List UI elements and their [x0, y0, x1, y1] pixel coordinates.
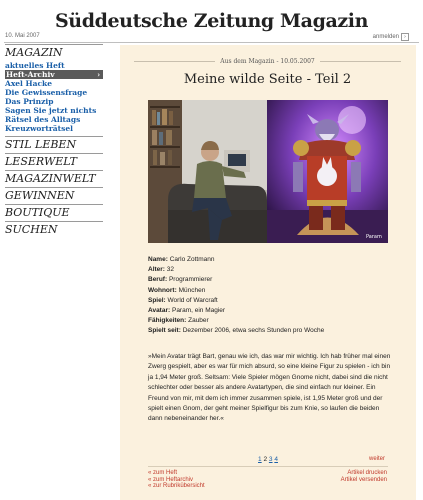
nav-item-axel-hacke[interactable]: Axel Hacke [5, 79, 103, 88]
footer-divider [148, 466, 388, 467]
nav-section-suchen[interactable]: SUCHEN [5, 221, 103, 238]
chevron-right-icon: › [97, 70, 100, 79]
nav-item-kreuzwortraetsel[interactable]: Kreuzworträtsel [5, 124, 103, 133]
masthead-logo[interactable]: Süddeutsche Zeitung Magazin [0, 10, 423, 32]
back-to-archive-link[interactable]: « zum Heftarchiv [148, 477, 205, 484]
issue-line: Aus dem Magazin - 10.05.2007 [134, 56, 402, 66]
print-article-link[interactable]: Artikel drucken [330, 470, 387, 477]
issue-rule-right [319, 60, 402, 62]
nav-section-magazin[interactable]: MAGAZIN [5, 44, 103, 61]
fact-row: Alter: 32 [148, 266, 175, 274]
nav-item-gewissensfrage[interactable]: Die Gewissensfrage [5, 88, 103, 97]
issue-date: Aus dem Magazin - 10.05.2007 [220, 57, 315, 65]
article-actions: Artikel drucken Artikel versenden [330, 470, 387, 483]
sidebar-nav: MAGAZIN aktuelles Heft Heft-Archiv › Axe… [5, 44, 103, 238]
arrow-box-icon: › [401, 33, 409, 41]
nav-section-gewinnen[interactable]: GEWINNEN [5, 187, 103, 204]
back-to-overview-link[interactable]: « zur Rubrikübersicht [148, 483, 205, 490]
fact-row: Beruf: Programmierer [148, 276, 213, 284]
article-quote: »Mein Avatar trägt Bart, genau wie ich, … [148, 353, 391, 423]
profile-facts: Name: Carlo Zottmann Alter: 32 Beruf: Pr… [148, 255, 398, 337]
nav-item-raetsel[interactable]: Rätsel des Alltags [5, 115, 103, 124]
avatar-name-label: Param [366, 234, 382, 240]
article-title: Meine wilde Seite - Teil 2 [183, 72, 352, 87]
page-link-3[interactable]: 3 [269, 456, 273, 463]
nav-item-prinzip[interactable]: Das Prinzip [5, 97, 103, 106]
page-link-4[interactable]: 4 [274, 456, 278, 463]
nav-section-stil-leben[interactable]: STIL LEBEN [5, 136, 103, 153]
nav-section-magazinwelt[interactable]: MAGAZINWELT [5, 170, 103, 187]
nav-section-leserwelt[interactable]: LESERWELT [5, 153, 103, 170]
nav-item-label: Heft-Archiv [6, 70, 55, 79]
fact-row: Fähigkeiten: Zauber [148, 317, 209, 325]
login-label: anmelden [372, 34, 399, 40]
fact-row: Name: Carlo Zottmann [148, 256, 215, 263]
avatar-screenshot: Param [267, 100, 388, 243]
issue-rule-left [134, 60, 216, 62]
nav-section-boutique[interactable]: BOUTIQUE [5, 204, 103, 221]
fact-row: Spielt seit: Dezember 2006, etwa sechs S… [148, 327, 325, 335]
fact-row: Avatar: Param, ein Magier [148, 307, 226, 315]
send-article-link[interactable]: Artikel versenden [330, 477, 387, 484]
back-to-issue-link[interactable]: « zum Heft [148, 470, 205, 477]
nav-item-sagen-sie[interactable]: Sagen Sie jetzt nichts [5, 106, 103, 115]
header-date: 10. Mai 2007 [5, 33, 40, 39]
nav-item-aktuelles-heft[interactable]: aktuelles Heft [5, 61, 103, 70]
back-links: « zum Heft « zum Heftarchiv « zur Rubrik… [148, 470, 205, 490]
page-current-2: 2 [263, 456, 268, 463]
portrait-photo [148, 100, 267, 243]
nav-item-heft-archiv[interactable]: Heft-Archiv › [5, 70, 103, 79]
fact-row: Spiel: World of Warcraft [148, 296, 218, 304]
login-link[interactable]: anmelden › [373, 33, 409, 41]
next-page-link[interactable]: weiter [369, 456, 385, 462]
header-divider [4, 42, 419, 43]
page-link-1[interactable]: 1 [258, 456, 262, 463]
fact-row: Wohnort: München [148, 286, 206, 294]
